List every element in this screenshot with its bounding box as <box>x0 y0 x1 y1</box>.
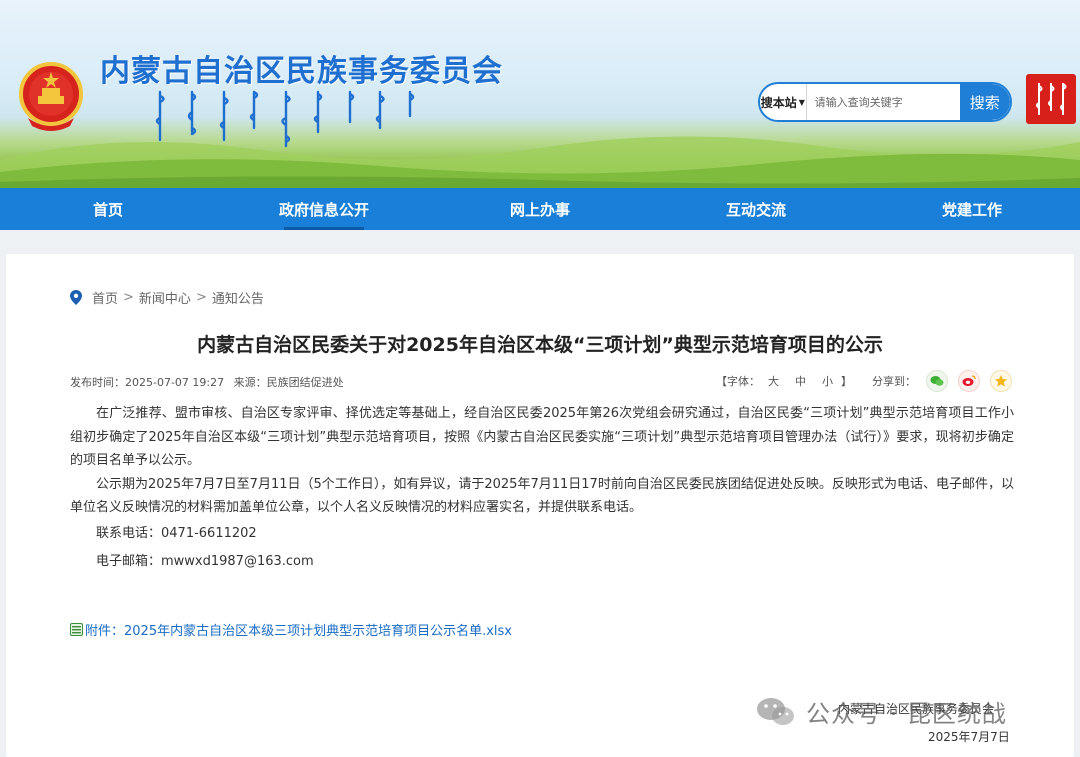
watermark-text: 公众号 · 昆区统战 <box>806 700 1007 728</box>
main-nav: 首页 政府信息公开 网上办事 互动交流 党建工作 <box>0 188 1080 230</box>
watermark: 公众号 · 昆区统战 <box>756 694 1007 729</box>
attachment-label: 附件：2025年内蒙古自治区本级三项计划典型示范培育项目公示名单.xlsx <box>85 624 512 639</box>
site-title: 内蒙古自治区民族事务委员会 <box>100 54 503 89</box>
breadcrumb-news-center[interactable]: 新闻中心 <box>139 288 191 307</box>
article-body: 在广泛推荐、盟市审核、自治区专家评审、择优选定等基础上，经自治区民委2025年第… <box>70 402 1014 576</box>
breadcrumb-notices[interactable]: 通知公告 <box>212 288 264 307</box>
seal-glyph-icon <box>1036 83 1067 115</box>
excel-file-icon <box>70 623 83 636</box>
breadcrumb-home[interactable]: 首页 <box>92 288 118 307</box>
weibo-icon[interactable] <box>958 370 980 392</box>
caret-down-icon: ▼ <box>798 97 805 107</box>
search-input[interactable] <box>806 84 960 120</box>
breadcrumb-separator: > <box>195 290 207 305</box>
search-scope-select[interactable]: 搜本站 ▼ <box>760 84 807 120</box>
qzone-icon[interactable] <box>990 370 1012 392</box>
font-size-control: 【字体： 大 中 小】 <box>716 373 852 389</box>
nav-item-online-service[interactable]: 网上办事 <box>432 188 648 230</box>
mongolian-seal-logo <box>1026 74 1076 124</box>
breadcrumb: 首页 > 新闻中心 > 通知公告 <box>70 288 264 307</box>
location-pin-icon <box>70 290 82 305</box>
search-button[interactable]: 搜索 <box>959 84 1010 120</box>
search-box: 搜本站▼ 搜索 <box>758 82 1012 122</box>
article-title: 内蒙古自治区民委关于对2025年自治区本级“三项计划”典型示范培育项目的公示 <box>197 334 883 356</box>
contact-phone: 联系电话：0471-6611202 <box>96 525 257 541</box>
font-size-close: 】 <box>841 375 852 388</box>
attachment-link[interactable]: 附件：2025年内蒙古自治区本级三项计划典型示范培育项目公示名单.xlsx <box>70 620 512 639</box>
nav-item-interaction[interactable]: 互动交流 <box>648 188 864 230</box>
nav-item-gov-info[interactable]: 政府信息公开 <box>216 188 432 230</box>
wechat-official-account-icon <box>757 697 794 725</box>
breadcrumb-separator: > <box>123 290 134 305</box>
nav-item-party-building[interactable]: 党建工作 <box>864 188 1080 230</box>
body-paragraph: 公示期为2025年7月7日至7月11日（5个工作日），如有异议，请于2025年7… <box>70 476 1014 516</box>
font-size-small[interactable]: 小 <box>822 375 833 388</box>
body-paragraph: 在广泛推荐、盟市审核、自治区专家评审、择优选定等基础上，经自治区民委2025年第… <box>70 406 1014 468</box>
article-source: 来源：民族团结促进处 <box>233 376 344 389</box>
contact-email: 电子邮箱：mwwxd1987@163.com <box>96 553 314 569</box>
national-emblem-icon <box>19 62 83 131</box>
publish-time: 发布时间：2025-07-07 19:27 <box>70 376 225 389</box>
article-tools: 【字体： 大 中 小】 分享到： <box>716 370 1012 392</box>
wechat-icon[interactable] <box>926 370 948 392</box>
search-scope-label: 搜本站 <box>760 95 797 110</box>
font-size-large[interactable]: 大 <box>768 375 779 388</box>
site-header: 内蒙古自治区民族事务委员会 搜本站▼ 搜索 <box>0 0 1080 188</box>
article-container: 首页 > 新闻中心 > 通知公告 内蒙古自治区民委关于对2025年自治区本级“三… <box>6 254 1074 757</box>
share-label: 分享到： <box>872 375 916 388</box>
article-meta: 发布时间：2025-07-07 19:27 来源：民族团结促进处 <box>70 374 350 390</box>
font-size-label: 【字体： <box>716 375 760 388</box>
nav-item-home[interactable]: 首页 <box>0 188 216 230</box>
mongolian-script-title <box>155 90 415 148</box>
signature-date: 2025年7月7日 <box>928 730 1010 744</box>
font-size-medium[interactable]: 中 <box>795 375 806 388</box>
